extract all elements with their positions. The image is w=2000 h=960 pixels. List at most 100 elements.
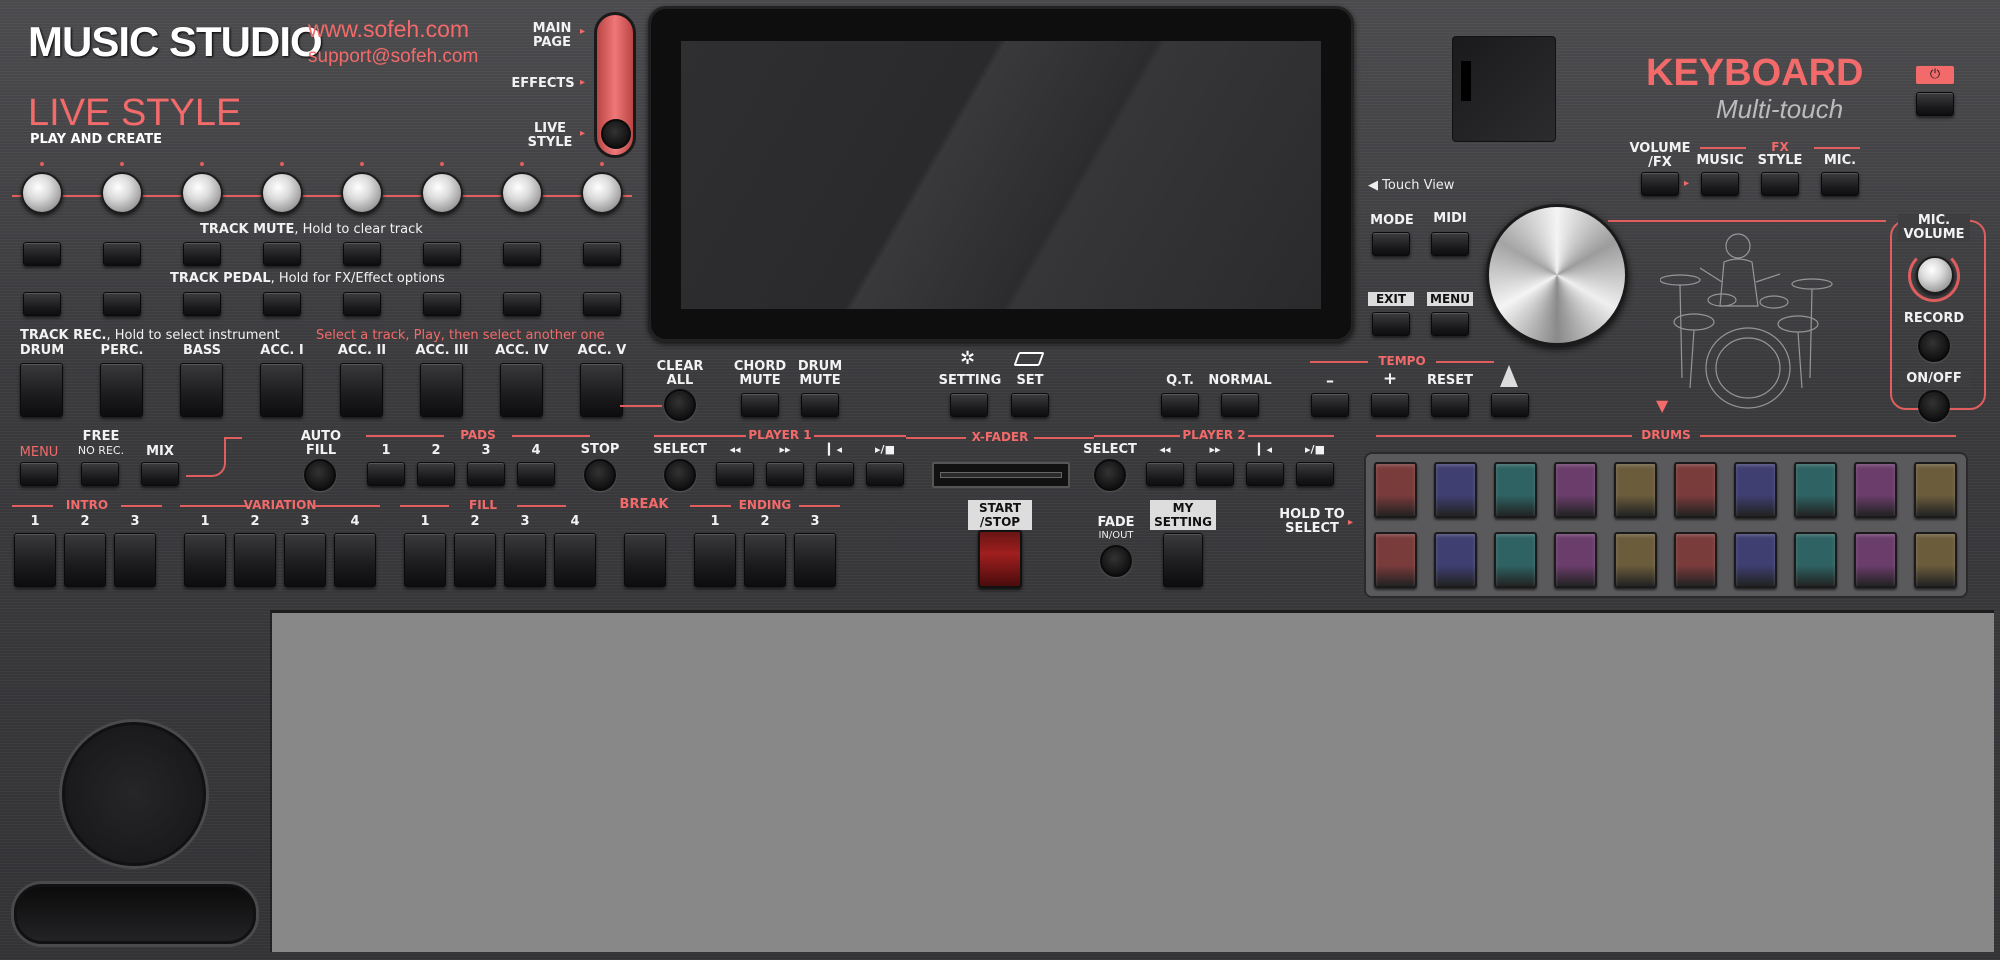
track-rec-button[interactable] xyxy=(260,363,303,417)
drum-pad[interactable] xyxy=(1914,462,1957,518)
record-button[interactable] xyxy=(1918,330,1950,362)
auto-fill-button[interactable] xyxy=(304,459,336,491)
ending-button[interactable] xyxy=(694,533,736,587)
track-knob[interactable] xyxy=(581,172,623,214)
pad-button[interactable] xyxy=(467,462,505,486)
track-knob[interactable] xyxy=(181,172,223,214)
main-page-label[interactable]: MAIN PAGE xyxy=(522,22,582,50)
free-button[interactable] xyxy=(81,462,119,486)
drum-pad[interactable] xyxy=(1674,462,1717,518)
track-mute-button[interactable] xyxy=(343,242,381,266)
track-rec-button[interactable] xyxy=(180,363,223,417)
drum-pad[interactable] xyxy=(1794,532,1837,588)
set-button[interactable] xyxy=(1011,393,1049,417)
mode-button[interactable] xyxy=(1372,232,1410,256)
qt-button[interactable] xyxy=(1161,393,1199,417)
chord-mute-button[interactable] xyxy=(741,393,779,417)
transport-button[interactable] xyxy=(1296,462,1334,486)
track-pedal-button[interactable] xyxy=(583,292,621,316)
mic-onoff-button[interactable] xyxy=(1918,390,1950,422)
drum-pad[interactable] xyxy=(1374,532,1417,588)
live-style-label[interactable]: LIVE STYLE xyxy=(522,122,578,150)
transport-button[interactable] xyxy=(816,462,854,486)
break-button[interactable] xyxy=(624,533,666,587)
clear-all-button[interactable] xyxy=(664,389,696,421)
pitch-bar[interactable] xyxy=(14,884,256,944)
joystick-pad[interactable] xyxy=(62,722,206,866)
fill-button[interactable] xyxy=(554,533,596,587)
drum-pad[interactable] xyxy=(1614,462,1657,518)
track-pedal-button[interactable] xyxy=(423,292,461,316)
player2-select-button[interactable] xyxy=(1094,459,1126,491)
menu-button[interactable] xyxy=(1431,312,1469,336)
my-setting-button[interactable] xyxy=(1163,533,1203,587)
volume-fx-button[interactable] xyxy=(1641,172,1679,196)
fill-button[interactable] xyxy=(454,533,496,587)
drum-pad[interactable] xyxy=(1794,462,1837,518)
drum-pad[interactable] xyxy=(1734,462,1777,518)
track-knob[interactable] xyxy=(341,172,383,214)
track-knob[interactable] xyxy=(21,172,63,214)
drum-pad[interactable] xyxy=(1614,532,1657,588)
drum-pad[interactable] xyxy=(1734,532,1777,588)
drum-pad[interactable] xyxy=(1494,462,1537,518)
track-pedal-button[interactable] xyxy=(263,292,301,316)
brand-website[interactable]: www.sofeh.com xyxy=(308,16,469,43)
midi-button[interactable] xyxy=(1431,232,1469,256)
ending-button[interactable] xyxy=(794,533,836,587)
drum-pad[interactable] xyxy=(1854,462,1897,518)
drum-pad[interactable] xyxy=(1494,532,1537,588)
track-pedal-button[interactable] xyxy=(23,292,61,316)
fade-button[interactable] xyxy=(1100,545,1132,577)
transport-button[interactable] xyxy=(866,462,904,486)
drum-pad[interactable] xyxy=(1554,462,1597,518)
variation-button[interactable] xyxy=(284,533,326,587)
player1-select-button[interactable] xyxy=(664,459,696,491)
track-knob[interactable] xyxy=(261,172,303,214)
track-rec-button[interactable] xyxy=(580,363,623,417)
track-knob[interactable] xyxy=(101,172,143,214)
track-pedal-button[interactable] xyxy=(183,292,221,316)
tempo-reset-button[interactable] xyxy=(1431,393,1469,417)
power-button[interactable] xyxy=(1916,92,1954,116)
transport-button[interactable] xyxy=(1146,462,1184,486)
start-stop-button[interactable] xyxy=(978,530,1022,588)
mic-volume-knob[interactable] xyxy=(1916,256,1954,294)
track-rec-button[interactable] xyxy=(100,363,143,417)
menu-left-button[interactable] xyxy=(20,462,58,486)
track-rec-button[interactable] xyxy=(420,363,463,417)
fx-music-button[interactable] xyxy=(1701,172,1739,196)
drum-pad[interactable] xyxy=(1374,462,1417,518)
metronome-button[interactable] xyxy=(1491,393,1529,417)
track-pedal-button[interactable] xyxy=(103,292,141,316)
intro-button[interactable] xyxy=(64,533,106,587)
track-mute-button[interactable] xyxy=(583,242,621,266)
tempo-minus-button[interactable] xyxy=(1311,393,1349,417)
track-mute-button[interactable] xyxy=(263,242,301,266)
pad-button[interactable] xyxy=(517,462,555,486)
effects-label[interactable]: EFFECTS xyxy=(508,77,578,91)
transport-button[interactable] xyxy=(1196,462,1234,486)
track-knob[interactable] xyxy=(501,172,543,214)
variation-button[interactable] xyxy=(184,533,226,587)
setting-button[interactable] xyxy=(950,393,988,417)
transport-button[interactable] xyxy=(1246,462,1284,486)
track-mute-button[interactable] xyxy=(103,242,141,266)
drum-pad[interactable] xyxy=(1854,532,1897,588)
variation-button[interactable] xyxy=(334,533,376,587)
track-pedal-button[interactable] xyxy=(503,292,541,316)
track-rec-button[interactable] xyxy=(500,363,543,417)
fill-button[interactable] xyxy=(504,533,546,587)
xfader-slider[interactable] xyxy=(932,462,1070,488)
transport-button[interactable] xyxy=(716,462,754,486)
exit-button[interactable] xyxy=(1372,312,1410,336)
transport-button[interactable] xyxy=(766,462,804,486)
page-switch-slider[interactable] xyxy=(594,12,636,158)
track-mute-button[interactable] xyxy=(183,242,221,266)
intro-button[interactable] xyxy=(14,533,56,587)
drum-pad[interactable] xyxy=(1434,532,1477,588)
page-switch-handle[interactable] xyxy=(601,119,631,149)
jog-wheel[interactable] xyxy=(1486,204,1628,346)
track-pedal-button[interactable] xyxy=(343,292,381,316)
brand-email[interactable]: support@sofeh.com xyxy=(308,46,478,68)
